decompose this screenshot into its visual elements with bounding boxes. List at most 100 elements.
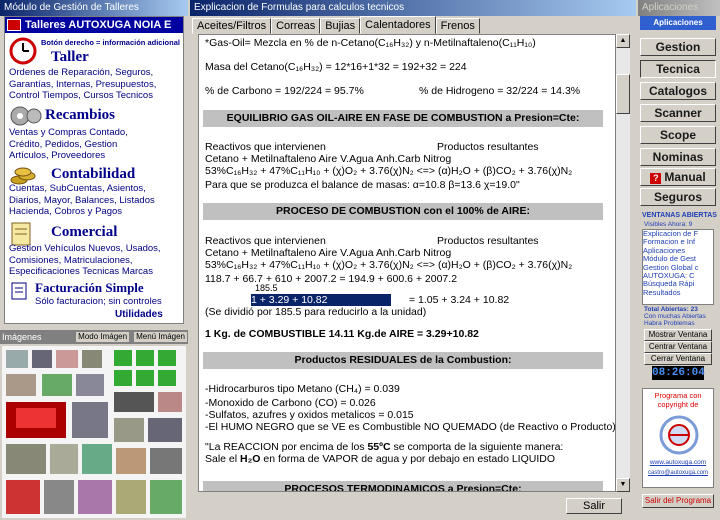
doc-line: 118.7 + 66.7 + 610 + 2007.2 = 194.9 + 60…: [205, 273, 458, 285]
scope-button[interactable]: Scope: [640, 126, 716, 144]
centrar-ventana-button[interactable]: Centrar Ventana: [644, 341, 712, 353]
selected-result[interactable]: 1 + 3.29 + 10.82: [251, 294, 391, 306]
modo-imagen-button[interactable]: Modo Imágen: [75, 331, 131, 343]
gestion-titlebar[interactable]: Módulo de Gestión de Talleres: [0, 0, 188, 16]
doc-line: Sale el H₂O en forma de VAPOR de agua y …: [205, 453, 555, 465]
tab-calentadores[interactable]: Calentadores: [360, 16, 436, 34]
section-title[interactable]: Contabilidad: [51, 166, 135, 183]
section-header: PROCESO DE COMBUSTION con el 100% de AIR…: [203, 203, 603, 220]
aplicaciones-titlebar[interactable]: Aplicaciones: [638, 0, 720, 16]
desc-line: Ventas y Compras Contado,: [9, 127, 128, 138]
desc-line: Control Tiempos, Cursos Tecnicos: [9, 90, 153, 101]
manual-button[interactable]: ? Manual: [640, 168, 716, 186]
doc-line: -Sulfatos, azufres y oxidos metalicos = …: [205, 409, 414, 421]
hint-text: Botón derecho = información adicional: [41, 38, 180, 47]
scroll-thumb[interactable]: [616, 74, 630, 114]
help-icon: ?: [650, 173, 662, 184]
text-part: en forma de VAPOR de agua y por debajo e…: [260, 453, 556, 465]
doc-line: Cetano + Metilnaftaleno Aire V.Agua Anh.…: [205, 247, 452, 259]
text-bold: 55ºC: [367, 441, 391, 453]
mail-link[interactable]: castro@autoxuga.com: [643, 470, 713, 476]
muchas-text: Con muchas Abiertas: [644, 313, 706, 320]
tab-frenos[interactable]: Frenos: [435, 18, 480, 34]
web-link[interactable]: www.autoxuga.com: [643, 459, 713, 466]
scanner-button[interactable]: Scanner: [640, 104, 716, 122]
image-collage[interactable]: [2, 346, 186, 518]
formula-document[interactable]: *Gas-Oil= Mezcla en % de n-Cetano(C₁₆H₃₂…: [198, 34, 616, 492]
section-header: PROCESOS TERMODINAMICOS a Presion=Cte:: [203, 481, 603, 491]
section-facturacion[interactable]: Facturación Simple: [35, 280, 144, 296]
tab-correas[interactable]: Correas: [271, 18, 321, 34]
equation-line: 53%C₁₆H₃₂ + 47%C₁₁H₁₀ + (χ)O₂ + 3.76(χ)N…: [205, 165, 573, 177]
doc-line: -El HUMO NEGRO que se VE es Combustible …: [205, 421, 616, 433]
section-header: Productos RESIDUALES de la Combustion:: [203, 352, 603, 369]
scroll-up-icon[interactable]: ▲: [616, 34, 630, 48]
recambios-icon[interactable]: [9, 105, 43, 127]
section-taller[interactable]: Taller: [51, 49, 89, 66]
desc-line: Ordenes de Reparación, Seguros,: [9, 67, 154, 78]
text-part: Sale el: [205, 453, 241, 465]
taller-desc[interactable]: Ordenes de Reparación, Seguros, Garantía…: [9, 67, 156, 102]
nominas-button[interactable]: Nominas: [640, 148, 716, 166]
aplicaciones-window: Aplicaciones Aplicaciones Gestion Tecnic…: [638, 0, 720, 520]
section-contabilidad[interactable]: Contabilidad: [51, 166, 135, 183]
aplicaciones-subtitle: Aplicaciones: [640, 16, 716, 30]
doc-line: Reactivos que intervienen: [205, 235, 326, 247]
tab-bujias[interactable]: Bujias: [320, 18, 361, 34]
copyright-line: Programa con: [654, 391, 702, 400]
equation-line: 53%C₁₆H₃₂ + 47%C₁₁H₁₀ + (χ)O₂ + 3.76(χ)N…: [205, 259, 573, 271]
scroll-down-icon[interactable]: ▼: [616, 478, 630, 492]
tecnica-button[interactable]: Tecnica: [640, 60, 716, 78]
salir-button[interactable]: Salir: [566, 498, 622, 514]
clock-icon[interactable]: [9, 37, 39, 65]
utilidades-label[interactable]: Utilidades: [115, 309, 163, 320]
doc-line: Para que se produzca el balance de masas…: [205, 179, 520, 191]
facturacion-desc: Sólo facturacion; sin controles: [35, 296, 162, 308]
image-grid[interactable]: [2, 346, 186, 518]
formulas-titlebar[interactable]: Explicacion de Formulas para calculos te…: [190, 0, 636, 16]
section-title[interactable]: Facturación Simple: [35, 280, 144, 296]
problemas-text: Habra Problemas: [644, 320, 695, 327]
ventanas-title: VENTANAS ABIERTAS: [642, 212, 717, 219]
tab-aceites-filtros[interactable]: Aceites/Filtros: [192, 18, 272, 34]
doc-line: % de Hidrogeno = 32/224 = 14.3%: [419, 85, 581, 97]
salir-programa-button[interactable]: Salir del Programa: [642, 494, 714, 508]
doc-line: % de Carbono = 192/224 = 95.7%: [205, 85, 364, 97]
doc-line: "La REACCION por encima de los 55ºC se c…: [205, 441, 563, 453]
list-item[interactable]: Resultados: [643, 288, 713, 297]
factura-icon[interactable]: [9, 281, 35, 301]
section-comercial[interactable]: Comercial: [51, 224, 117, 241]
gestion-button[interactable]: Gestion: [640, 38, 716, 56]
desc-line: Hacienda, Cobros y Pagos: [9, 206, 123, 217]
doc-note: (Se dividió por 185.5 para reducirlo a l…: [205, 306, 427, 318]
desc-line: Comisiones, Matriculaciones,: [9, 254, 133, 266]
taller-header: Talleres AUTOXUGA NOIA E: [5, 17, 183, 33]
catalogos-button[interactable]: Catalogos: [640, 82, 716, 100]
cerrar-ventana-button[interactable]: Cerrar Ventana: [644, 353, 712, 365]
taller-name: Talleres AUTOXUGA NOIA E: [25, 19, 172, 31]
imagenes-panel: Imágenes Modo Imágen Menú Imágen: [0, 330, 188, 520]
section-title[interactable]: Taller: [51, 49, 89, 66]
desc-line: Especificaciones Tecnicas Marcas: [9, 266, 153, 277]
comercial-desc[interactable]: Gestion Vehículos Nuevos, Usados, Comisi…: [9, 243, 161, 278]
window-title: Aplicaciones: [642, 2, 699, 13]
utilidades-link[interactable]: Utilidades: [115, 309, 163, 320]
recambios-desc[interactable]: Ventas y Compras Contado, Crédito, Pedid…: [9, 127, 128, 162]
seguros-button[interactable]: Seguros: [640, 188, 716, 206]
desc-line: Cuentas, SubCuentas, Asientos,: [9, 183, 146, 194]
vertical-scrollbar[interactable]: ▲ ▼: [616, 34, 630, 492]
total-abiertas: Total Abiertas: 23: [644, 306, 698, 313]
desc-line: Diarios, Mayor, Balances, Listados: [9, 194, 155, 206]
section-recambios[interactable]: Recambios: [45, 107, 115, 124]
mostrar-ventana-button[interactable]: Mostrar Ventana: [644, 329, 712, 341]
text-part: se comporta de la siguiente manera:: [390, 441, 564, 453]
menu-imagen-button[interactable]: Menú Imágen: [133, 331, 188, 343]
window-title: Módulo de Gestión de Talleres: [4, 2, 139, 13]
doc-line: Masa del Cetano(C₁₆H₃₂) = 12*16+1*32 = 1…: [205, 61, 467, 73]
imagenes-bar: Imágenes Modo Imágen Menú Imágen: [0, 330, 188, 344]
contabilidad-desc[interactable]: Cuentas, SubCuentas, Asientos, Diarios, …: [9, 183, 155, 218]
section-title[interactable]: Comercial: [51, 224, 117, 241]
ventanas-list[interactable]: Explicacion de F Formacion e Inf Aplicac…: [642, 229, 714, 305]
doc-line: -Hidrocarburos tipo Metano (CH₄) = 0.039: [205, 383, 400, 395]
section-title[interactable]: Recambios: [45, 107, 115, 124]
